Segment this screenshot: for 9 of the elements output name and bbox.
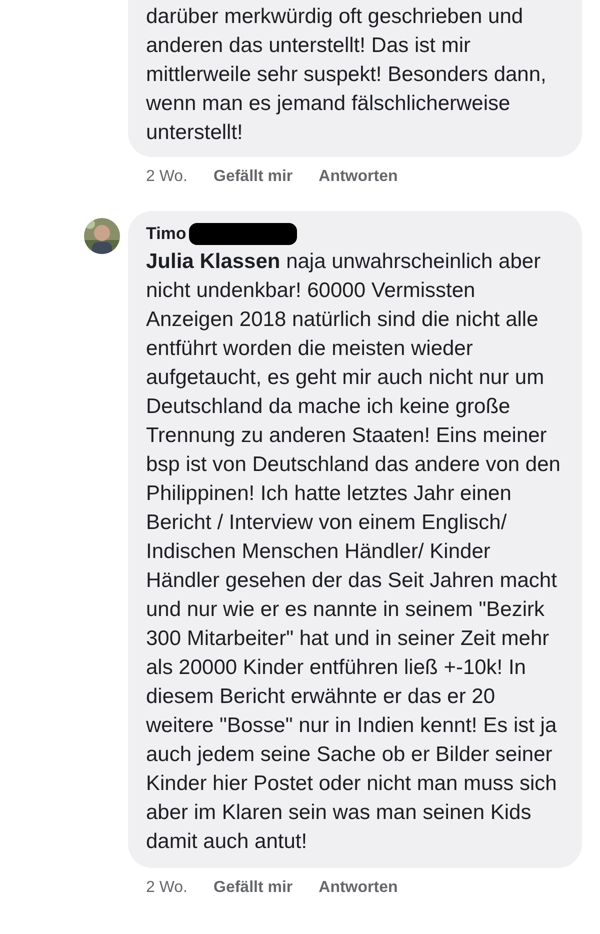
reply-link[interactable]: Antworten xyxy=(318,165,398,189)
comment-text: Julia Klassen naja unwahrscheinlich aber nicht undenkbar! 60000 Vermissten Anzeigen 2018 natürlich sind die nicht alle entführt worden die meisten wieder aufgetaucht, es geht mir auch nicht nur um Deutschland da mache ich keine große Trennung zu anderen Staaten! Eins meiner bsp ist von Deutschland das andere von den Philippinen! Ich hatte letztes Jahr einen Bericht / Interview von einem Englisch/ Indischen Menschen Händler/ Kinder Händler gesehen der das Seit Jahren macht und nur wie er es nannte in seinem "Bezirk 300 Mitarbeiter" hat und in seiner Zeit mehr als 20000 Kinder entführen ließ +-10k! In diesem Bericht erwähnte er das er 20 weitere "Bosse" nur in Indien kennt! Es ist ja auch jedem seine Sache ob er Bilder seiner Kinder hier Postet oder nicht man muss sich aber im Klaren sein was man seinen Kids damit auch antut! xyxy=(146,248,562,854)
like-link[interactable]: Gefällt mir xyxy=(214,876,293,900)
comment-text: darüber merkwürdig oft geschrieben und anderen das unterstellt! Das ist mir mittlerweile sehr suspekt! Besonders dann, wenn man es jemand fälschlicherweise unterstellt! xyxy=(146,4,548,146)
comment-time: 2 Wo. xyxy=(146,167,188,187)
comment-time: 2 Wo. xyxy=(146,878,188,898)
reply-link[interactable]: Antworten xyxy=(318,876,398,900)
like-link[interactable]: Gefällt mir xyxy=(214,165,293,189)
author-name[interactable]: Timo xyxy=(146,221,186,246)
